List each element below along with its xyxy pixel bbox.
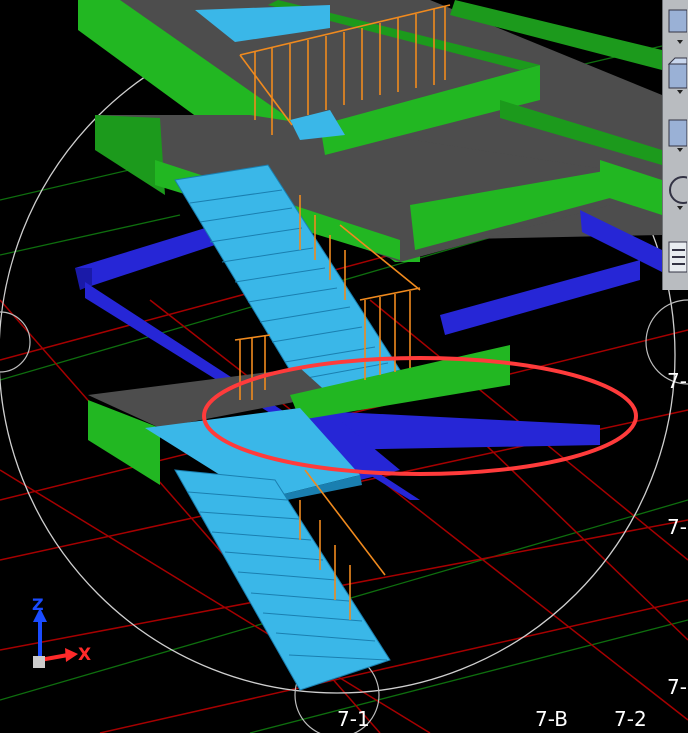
z-axis-label: Z <box>32 595 44 614</box>
grid-label-7-1: 7-1 <box>337 707 370 731</box>
extrude-icon[interactable] <box>665 56 687 96</box>
box-icon[interactable] <box>665 6 687 46</box>
extrude-icon[interactable] <box>665 114 687 154</box>
modeling-toolbar <box>662 0 688 290</box>
properties-icon[interactable] <box>665 238 687 278</box>
cad-3d-viewport[interactable]: Z X 7-1 7-B 7-2 7- 7- 7- <box>0 0 688 733</box>
grid-label-7-2: 7-2 <box>614 707 647 731</box>
grid-label-right-2: 7- <box>667 515 687 539</box>
grid-label-right-1: 7- <box>667 369 687 393</box>
grid-label-7-b: 7-B <box>535 707 568 731</box>
cylinder-icon[interactable] <box>665 172 687 212</box>
grid-label-right-3: 7- <box>667 675 687 699</box>
x-axis-label: X <box>78 645 91 665</box>
